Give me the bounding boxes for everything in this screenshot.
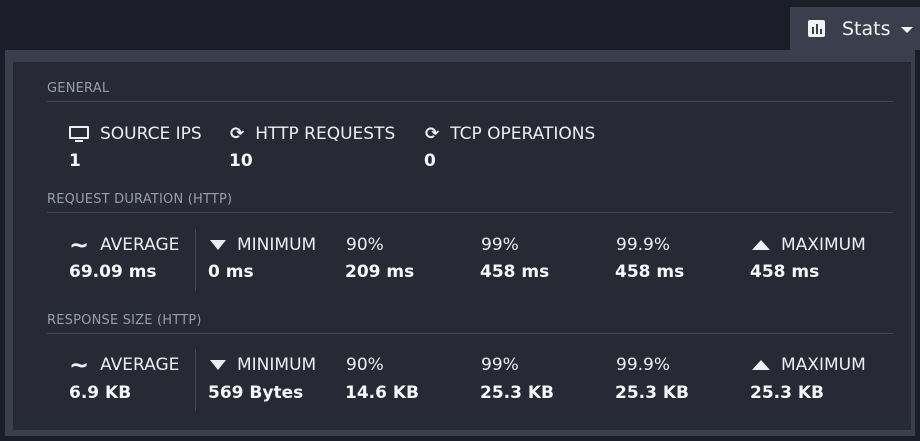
size-p999-label: 99.9% bbox=[616, 355, 671, 375]
section-title-response-size: RESPONSE SIZE (HTTP) bbox=[47, 313, 202, 328]
duration-minimum-label: MINIMUM bbox=[210, 235, 316, 255]
duration-maximum-value: 458 ms bbox=[750, 262, 820, 282]
size-p999-value: 25.3 KB bbox=[615, 383, 689, 403]
duration-p99-label: 99% bbox=[481, 235, 519, 255]
duration-minimum-value: 0 ms bbox=[208, 262, 254, 282]
general-source-ips-value: 1 bbox=[69, 151, 81, 171]
duration-average-value: 69.09 ms bbox=[69, 262, 157, 282]
tilde-icon: ~ bbox=[69, 230, 90, 259]
size-p90-label: 90% bbox=[346, 355, 384, 375]
stats-label: Stats bbox=[842, 17, 891, 40]
refresh-icon: ⟳ bbox=[425, 123, 440, 144]
divider bbox=[47, 101, 893, 102]
vertical-divider bbox=[195, 349, 196, 411]
refresh-icon: ⟳ bbox=[230, 123, 245, 144]
triangle-down-icon bbox=[210, 240, 226, 250]
size-p99-label: 99% bbox=[481, 355, 519, 375]
general-tcp-operations-label: ⟳ TCP OPERATIONS bbox=[425, 123, 596, 144]
size-average-value: 6.9 KB bbox=[69, 383, 132, 403]
bar-chart-icon bbox=[808, 20, 825, 37]
divider bbox=[47, 212, 893, 213]
duration-p90-value: 209 ms bbox=[345, 262, 415, 282]
chevron-down-icon bbox=[900, 27, 913, 33]
section-title-request-duration: REQUEST DURATION (HTTP) bbox=[47, 192, 233, 207]
section-title-general: GENERAL bbox=[47, 81, 110, 96]
size-maximum-value: 25.3 KB bbox=[750, 383, 824, 403]
top-bar bbox=[0, 0, 920, 51]
general-http-requests-label: ⟳ HTTP REQUESTS bbox=[230, 123, 396, 144]
duration-average-label: ~ AVERAGE bbox=[69, 230, 180, 259]
size-minimum-value: 569 Bytes bbox=[208, 383, 304, 403]
general-source-ips-label: SOURCE IPS bbox=[69, 124, 202, 144]
general-tcp-operations-value: 0 bbox=[424, 151, 436, 171]
size-p99-value: 25.3 KB bbox=[480, 383, 554, 403]
duration-p999-value: 458 ms bbox=[615, 262, 685, 282]
size-minimum-label: MINIMUM bbox=[210, 355, 316, 375]
duration-p99-value: 458 ms bbox=[480, 262, 550, 282]
monitor-icon bbox=[69, 125, 89, 143]
general-http-requests-value: 10 bbox=[229, 151, 253, 171]
triangle-down-icon bbox=[210, 360, 226, 370]
size-average-label: ~ AVERAGE bbox=[69, 350, 180, 379]
duration-p999-label: 99.9% bbox=[616, 235, 671, 255]
triangle-up-icon bbox=[752, 240, 770, 250]
triangle-up-icon bbox=[752, 360, 770, 370]
duration-p90-label: 90% bbox=[346, 235, 384, 255]
duration-maximum-label: MAXIMUM bbox=[752, 235, 866, 255]
divider bbox=[47, 333, 893, 334]
size-p90-value: 14.6 KB bbox=[345, 383, 419, 403]
tilde-icon: ~ bbox=[69, 350, 90, 379]
vertical-divider bbox=[195, 229, 196, 291]
stats-dropdown-button[interactable]: Stats bbox=[790, 7, 920, 50]
size-maximum-label: MAXIMUM bbox=[752, 355, 866, 375]
